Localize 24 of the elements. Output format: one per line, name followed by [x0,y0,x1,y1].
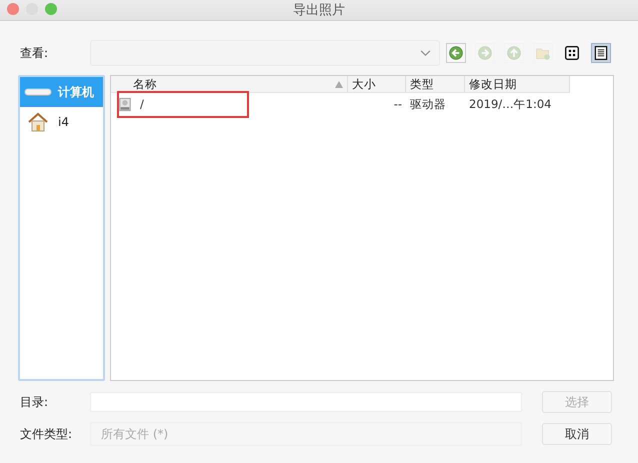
cancel-button[interactable]: 取消 [542,423,612,445]
close-button[interactable] [7,3,19,15]
chevron-icon [420,50,431,57]
column-header[interactable]: 修改日期 [465,76,570,93]
directory-label: 目录: [20,394,50,410]
file-type-label: 文件类型: [20,426,74,442]
table-cell: 2019/…午1:04 [469,96,552,112]
table-cell: -- [394,97,402,111]
back-button[interactable] [446,43,466,63]
look-in-label: 查看: [20,44,50,62]
drive-icon [24,86,52,98]
table-cell: 驱动器 [410,96,446,112]
window-title: 导出照片 [293,2,345,19]
column-header[interactable]: 大小 [348,76,406,93]
look-in-dropdown[interactable] [90,40,440,66]
zoom-button[interactable] [45,3,57,15]
icon-view-button[interactable] [562,43,582,63]
column-header[interactable]: 类型 [406,76,465,93]
house-icon [28,112,48,132]
list-view-button[interactable] [591,43,611,63]
column-header[interactable]: 名称 [111,76,348,93]
drive-icon [118,96,132,112]
table-cell: / [140,97,144,111]
sidebar-item[interactable]: i4 [20,107,103,137]
